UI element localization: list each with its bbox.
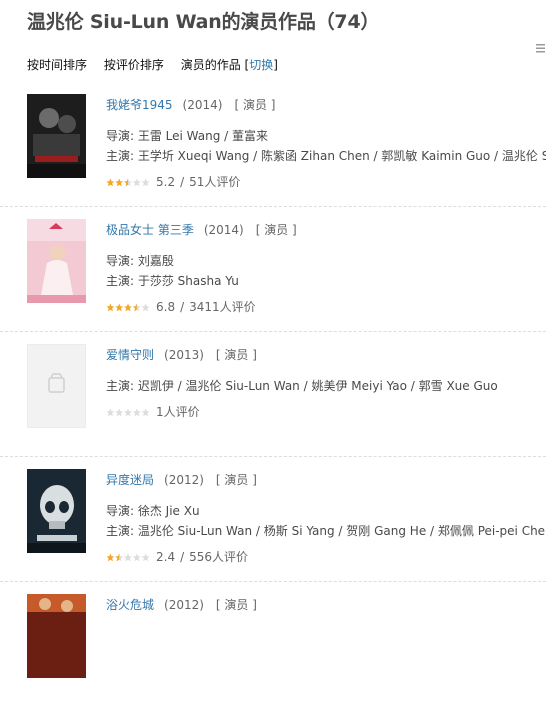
rating-score: 5.2 xyxy=(156,175,176,189)
work-item: 极品女士 第三季 (2014) [ 演员 ] 导演: 刘嘉殷主演: 于莎莎 Shash… xyxy=(0,206,546,331)
separator: / xyxy=(180,550,185,564)
work-year: (2012) xyxy=(164,473,204,487)
rating-stars xyxy=(106,553,150,561)
sort-by-time-link[interactable]: 按时间排序 xyxy=(27,58,87,72)
role-tag: [ 演员 ] xyxy=(234,98,276,112)
rating-score: 2.4 xyxy=(156,550,176,564)
role-tag: [ 演员 ] xyxy=(215,348,257,362)
work-title-link[interactable]: 我姥爷1945 xyxy=(106,98,173,112)
switch-link[interactable]: 切换 xyxy=(249,58,273,72)
vote-count: 1人评价 xyxy=(156,405,200,419)
separator: / xyxy=(180,300,185,314)
work-item: 浴火危城 (2012) [ 演员 ] xyxy=(0,581,546,706)
works-list: 我姥爷1945 (2014) [ 演员 ] 导演: 王雷 Lei Wang / 董富来… xyxy=(0,82,546,706)
list-view-icon[interactable] xyxy=(536,44,545,53)
work-title-link[interactable]: 浴火危城 xyxy=(106,598,154,612)
credits: 导演: 刘嘉殷主演: 于莎莎 Shasha Yu xyxy=(106,251,546,291)
credits: 导演: 徐杰 Jie Xu 主演: 温兆伦 Siu-Lun Wan / 杨斯 Si… xyxy=(106,501,546,541)
credit-line: 导演: 徐杰 Jie Xu xyxy=(106,504,200,518)
rating-stars xyxy=(106,408,150,416)
work-title-link[interactable]: 极品女士 第三季 xyxy=(106,223,194,237)
vote-count: 51人评价 xyxy=(189,175,241,189)
work-title-link[interactable]: 爱情守则 xyxy=(106,348,154,362)
vote-count: 3411人评价 xyxy=(189,300,256,314)
rating-row: 5.2 / 51人评价 xyxy=(106,174,546,190)
work-year: (2014) xyxy=(182,98,223,112)
separator: / xyxy=(180,175,185,189)
rating-stars xyxy=(106,303,150,311)
credit-line: 主演: 温兆伦 Siu-Lun Wan / 杨斯 Si Yang / 贺刚 Ga… xyxy=(106,524,546,538)
vote-count: 556人评价 xyxy=(189,550,249,564)
credit-line: 导演: 王雷 Lei Wang / 董富来 xyxy=(106,129,269,143)
page-title: 温兆伦 Siu-Lun Wan的演员作品（74） xyxy=(27,11,380,33)
credit-line: 导演: 刘嘉殷 xyxy=(106,254,174,268)
actor-works-label: 演员的作品 xyxy=(180,58,241,72)
rating-stars xyxy=(106,178,150,186)
credit-line: 主演: 于莎莎 Shasha Yu xyxy=(106,274,239,288)
sort-bar: 按时间排序 按评价排序 演员的作品 [切换] xyxy=(27,58,278,72)
role-tag: [ 演员 ] xyxy=(255,223,297,237)
work-year: (2013) xyxy=(164,348,204,362)
role-tag: [ 演员 ] xyxy=(215,598,257,612)
work-item: 爱情守则 (2013) [ 演员 ] 主演: 迟凯伊 / 温兆伦 Siu-Lun Wa… xyxy=(0,331,546,456)
role-tag: [ 演员 ] xyxy=(215,473,257,487)
poster-image[interactable] xyxy=(27,219,86,303)
work-title-link[interactable]: 异度迷局 xyxy=(106,473,154,487)
poster-image[interactable] xyxy=(27,94,86,178)
sort-by-rating-link[interactable]: 按评价排序 xyxy=(104,58,164,72)
work-item: 我姥爷1945 (2014) [ 演员 ] 导演: 王雷 Lei Wang / 董富来… xyxy=(0,82,546,206)
credit-line: 主演: 王学圻 Xueqi Wang / 陈紫函 Zihan Chen / 郭凯… xyxy=(106,149,546,163)
rating-row: 1人评价 xyxy=(106,404,546,420)
poster-image[interactable] xyxy=(27,469,86,553)
rating-score: 6.8 xyxy=(156,300,176,314)
work-item: 异度迷局 (2012) [ 演员 ] 导演: 徐杰 Jie Xu 主演: 温兆伦 Siu… xyxy=(0,456,546,581)
credits: 主演: 迟凯伊 / 温兆伦 Siu-Lun Wan / 姚美伊 Meiyi Ya… xyxy=(106,376,546,396)
rating-row: 2.4 / 556人评价 xyxy=(106,549,546,565)
rating-row: 6.8 / 3411人评价 xyxy=(106,299,546,315)
credits: 导演: 王雷 Lei Wang / 董富来主演: 王学圻 Xueqi Wang … xyxy=(106,126,546,166)
credit-line: 主演: 迟凯伊 / 温兆伦 Siu-Lun Wan / 姚美伊 Meiyi Ya… xyxy=(106,379,498,393)
poster-image[interactable] xyxy=(27,344,86,428)
work-year: (2014) xyxy=(203,223,244,237)
work-year: (2012) xyxy=(164,598,204,612)
